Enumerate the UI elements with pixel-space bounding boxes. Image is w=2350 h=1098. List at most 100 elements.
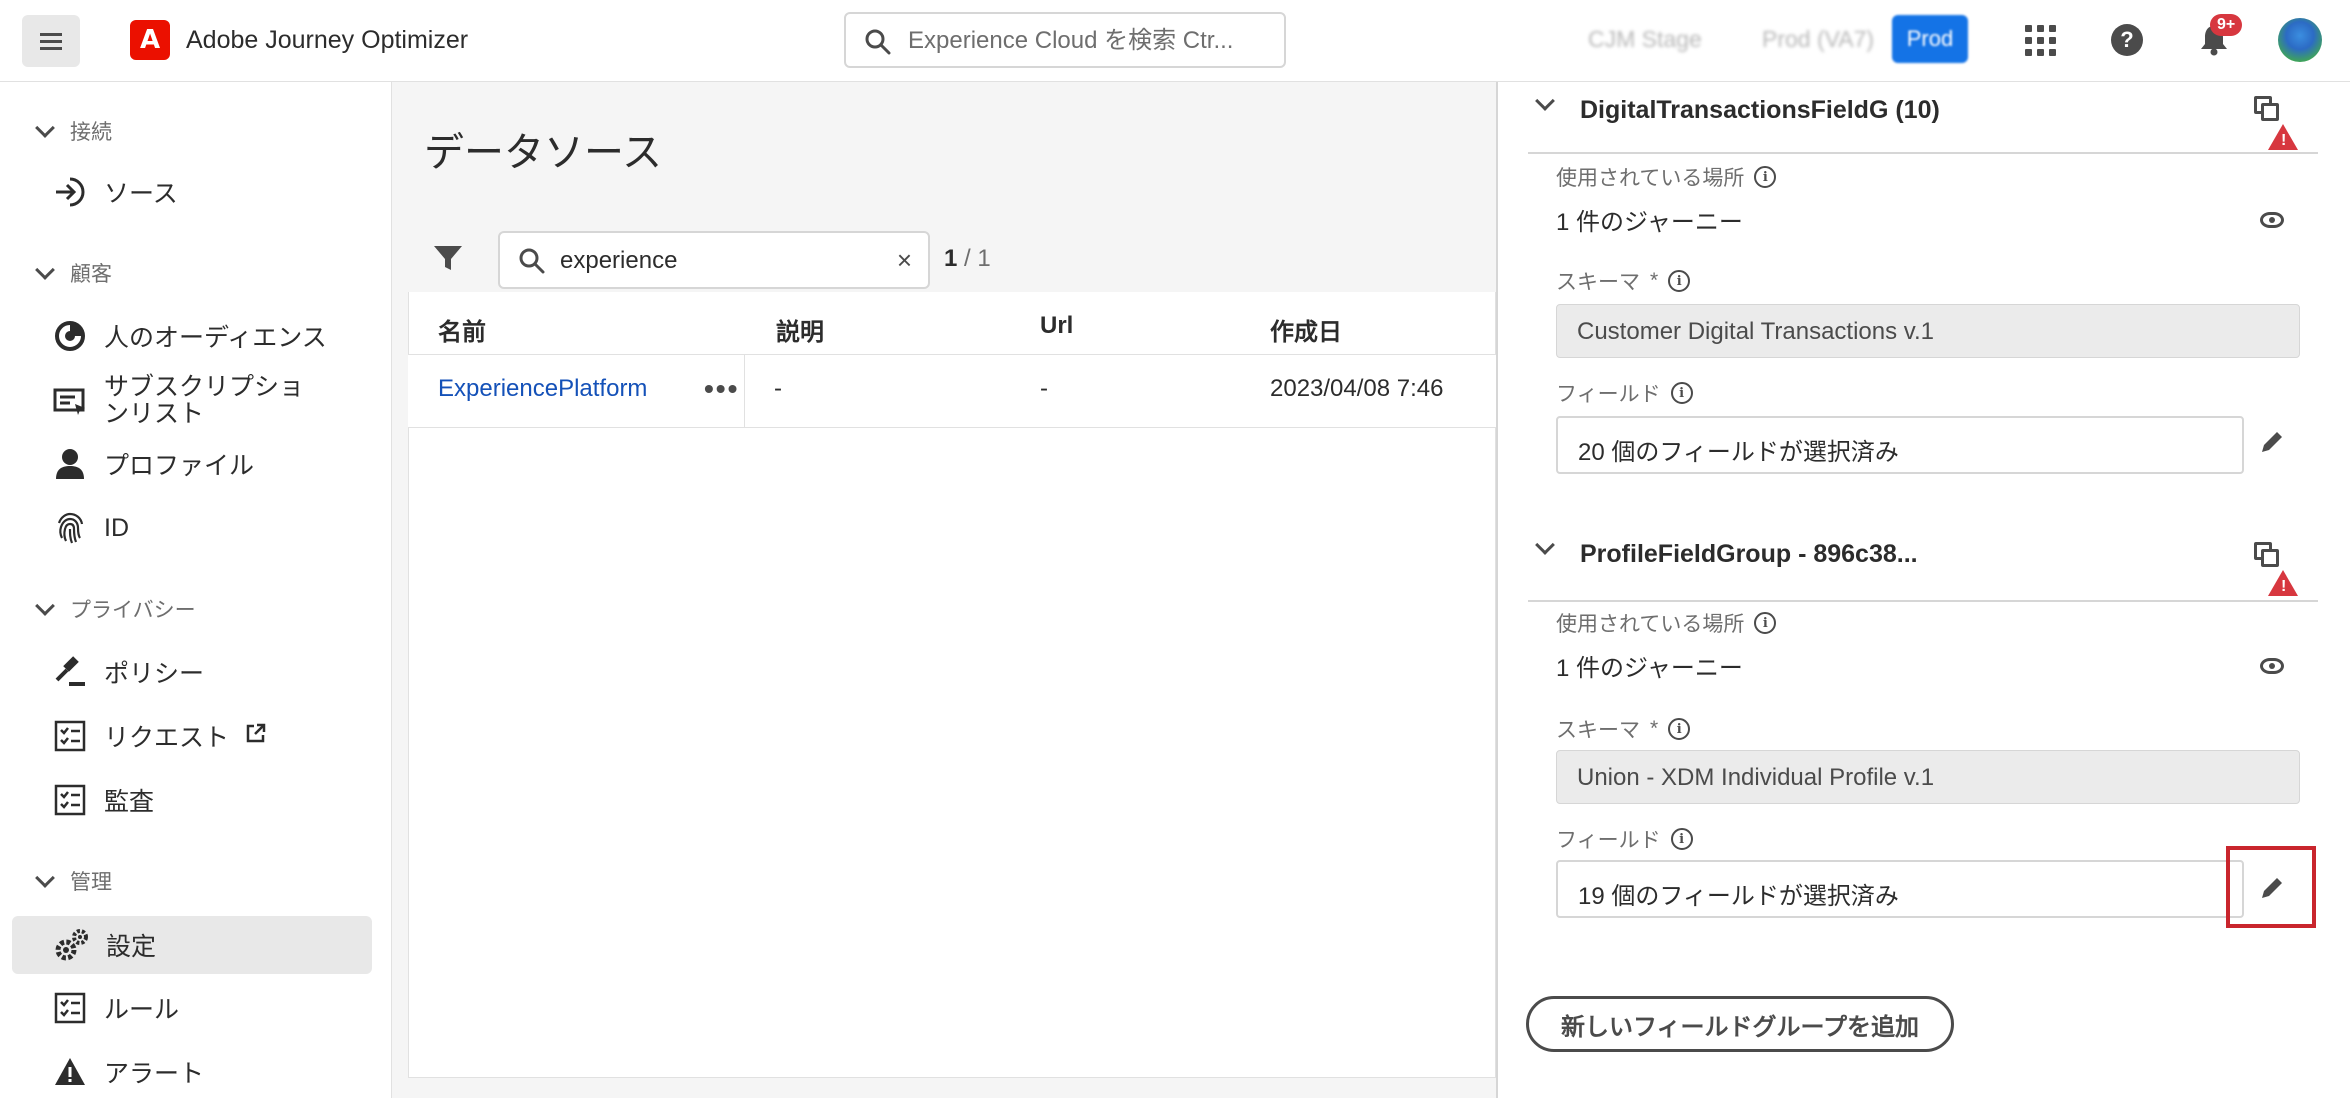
- info-icon[interactable]: i: [1754, 166, 1777, 188]
- notification-badge: 9+: [2210, 14, 2243, 36]
- info-icon[interactable]: i: [1754, 612, 1777, 634]
- field-group-title: DigitalTransactionsFieldG (10): [1580, 96, 1940, 124]
- divider: [1528, 152, 2318, 154]
- required-mark: *: [1650, 269, 1659, 292]
- used-in-label: 使用されている場所 i: [1556, 162, 1777, 192]
- column-header-created[interactable]: 作成日: [1270, 312, 1342, 347]
- required-mark: *: [1650, 717, 1659, 740]
- more-actions-icon[interactable]: •••: [704, 373, 739, 405]
- used-in-value: 1 件のジャーニー: [1556, 209, 1743, 236]
- info-icon[interactable]: i: [1670, 828, 1693, 850]
- result-count-current: 1: [944, 245, 958, 272]
- nav-section-privacy[interactable]: プライバシー: [35, 594, 196, 624]
- sidebar-item-audiences[interactable]: 人のオーディエンス: [52, 318, 327, 354]
- field-label-text: フィールド: [1556, 829, 1661, 852]
- env-switch-stage[interactable]: CJM Stage: [1588, 26, 1702, 53]
- eye-icon[interactable]: [2260, 658, 2284, 674]
- menu-icon[interactable]: [22, 15, 80, 67]
- schema-field: Customer Digital Transactions v.1: [1556, 304, 2300, 358]
- edit-icon[interactable]: [2258, 428, 2288, 458]
- field-groups-panel: DigitalTransactionsFieldG (10) ! 使用されている…: [1496, 82, 2350, 1098]
- adobe-logo-icon: A: [130, 20, 170, 60]
- copy-icon[interactable]: [2254, 542, 2280, 568]
- info-icon[interactable]: i: [1668, 270, 1691, 292]
- sidebar-item-label: 設定: [106, 933, 157, 961]
- chevron-down-icon[interactable]: [1535, 91, 1555, 111]
- sidebar-item-label: アラート: [104, 1060, 205, 1088]
- callout-highlight-box: [2226, 846, 2316, 928]
- global-search[interactable]: [844, 12, 1286, 68]
- table-row[interactable]: ExperiencePlatform ••• - - 2023/04/08 7:…: [408, 354, 1496, 428]
- list-search[interactable]: ×: [498, 231, 930, 289]
- column-header-url[interactable]: Url: [1040, 312, 1073, 340]
- add-field-group-button[interactable]: 新しいフィールドグループを追加: [1526, 996, 1954, 1052]
- sidebar-item-requests[interactable]: リクエスト: [52, 718, 267, 754]
- app-title[interactable]: Adobe Journey Optimizer: [186, 26, 468, 55]
- warning-icon: !: [2268, 124, 2298, 150]
- sidebar-item-label: ID: [104, 513, 129, 542]
- chevron-down-icon: [35, 260, 55, 280]
- search-icon: [519, 248, 545, 274]
- filter-icon[interactable]: [432, 242, 464, 279]
- info-icon[interactable]: i: [1668, 718, 1691, 740]
- sidebar-item-settings[interactable]: 設定: [12, 916, 372, 974]
- gavel-icon: [52, 654, 88, 690]
- sidebar-item-profiles[interactable]: プロファイル: [52, 446, 254, 482]
- column-header-description[interactable]: 説明: [776, 312, 824, 347]
- nav-section-label: 顧客: [70, 263, 112, 286]
- user-icon: [52, 446, 88, 482]
- gears-icon: [54, 927, 90, 963]
- env-switch-prod[interactable]: Prod: [1892, 15, 1968, 63]
- chevron-down-icon: [35, 118, 55, 138]
- field-label-text: スキーマ: [1556, 719, 1640, 742]
- nav-section-label: 管理: [70, 871, 112, 894]
- sidebar-item-sources[interactable]: ソース: [52, 174, 178, 210]
- list-search-input[interactable]: [560, 245, 880, 277]
- sidebar-item-label: 人のオーディエンス: [104, 324, 327, 352]
- result-count-total: / 1: [964, 245, 991, 272]
- nav-section-customers[interactable]: 顧客: [35, 258, 112, 288]
- apps-grid-icon[interactable]: [2020, 20, 2060, 60]
- sidebar-item-label: サブスクリプショ: [104, 373, 305, 401]
- env-switch-prod-va7[interactable]: Prod (VA7): [1762, 26, 1874, 53]
- eye-icon[interactable]: [2260, 212, 2284, 228]
- copy-icon[interactable]: [2254, 96, 2280, 122]
- checklist-icon: [52, 990, 88, 1026]
- sidebar-item-id[interactable]: ID: [52, 510, 129, 546]
- global-search-input[interactable]: [908, 24, 1268, 58]
- used-in-label: 使用されている場所 i: [1556, 608, 1777, 638]
- field-group-title: ProfileFieldGroup - 896c38...: [1580, 540, 1918, 568]
- nav-section-connections[interactable]: 接続: [35, 116, 112, 146]
- sidebar-item-subscription-lists[interactable]: サブスクリプショ ンリスト: [52, 374, 304, 428]
- sidebar-item-label: ソース: [104, 180, 178, 208]
- fingerprint-icon: [52, 510, 88, 546]
- help-icon[interactable]: ?: [2107, 20, 2147, 60]
- row-url: -: [1040, 375, 1048, 402]
- close-icon[interactable]: ×: [897, 245, 912, 276]
- row-name-link[interactable]: ExperiencePlatform: [438, 375, 647, 403]
- sidebar-item-label: 監査: [104, 788, 155, 816]
- fields-selected-field[interactable]: 19 個のフィールドが選択済み: [1556, 860, 2244, 918]
- row-created: 2023/04/08 7:46: [1270, 375, 1444, 402]
- subscription-list-icon: [52, 383, 88, 419]
- fields-label: フィールド i: [1556, 378, 1693, 408]
- chevron-down-icon[interactable]: [1535, 535, 1555, 555]
- column-header-name[interactable]: 名前: [438, 312, 486, 347]
- nav-section-admin[interactable]: 管理: [35, 866, 112, 896]
- sidebar-item-label: プロファイル: [104, 452, 255, 480]
- nav-section-label: プライバシー: [70, 599, 196, 622]
- used-in-value: 1 件のジャーニー: [1556, 655, 1743, 682]
- row-description: -: [774, 375, 782, 402]
- fields-selected-field[interactable]: 20 個のフィールドが選択済み: [1556, 416, 2244, 474]
- sidebar-item-policies[interactable]: ポリシー: [52, 654, 204, 690]
- sidebar-item-label: ルール: [104, 996, 180, 1024]
- info-icon[interactable]: i: [1670, 382, 1693, 404]
- sidebar-item-alerts[interactable]: アラート: [52, 1054, 204, 1090]
- sidebar-item-rules[interactable]: ルール: [52, 990, 179, 1026]
- chevron-down-icon: [35, 868, 55, 888]
- avatar[interactable]: [2278, 18, 2322, 62]
- sidebar-item-audit[interactable]: 監査: [52, 782, 154, 818]
- schema-field: Union - XDM Individual Profile v.1: [1556, 750, 2300, 804]
- field-label-text: スキーマ: [1556, 271, 1640, 294]
- divider: [1528, 600, 2318, 602]
